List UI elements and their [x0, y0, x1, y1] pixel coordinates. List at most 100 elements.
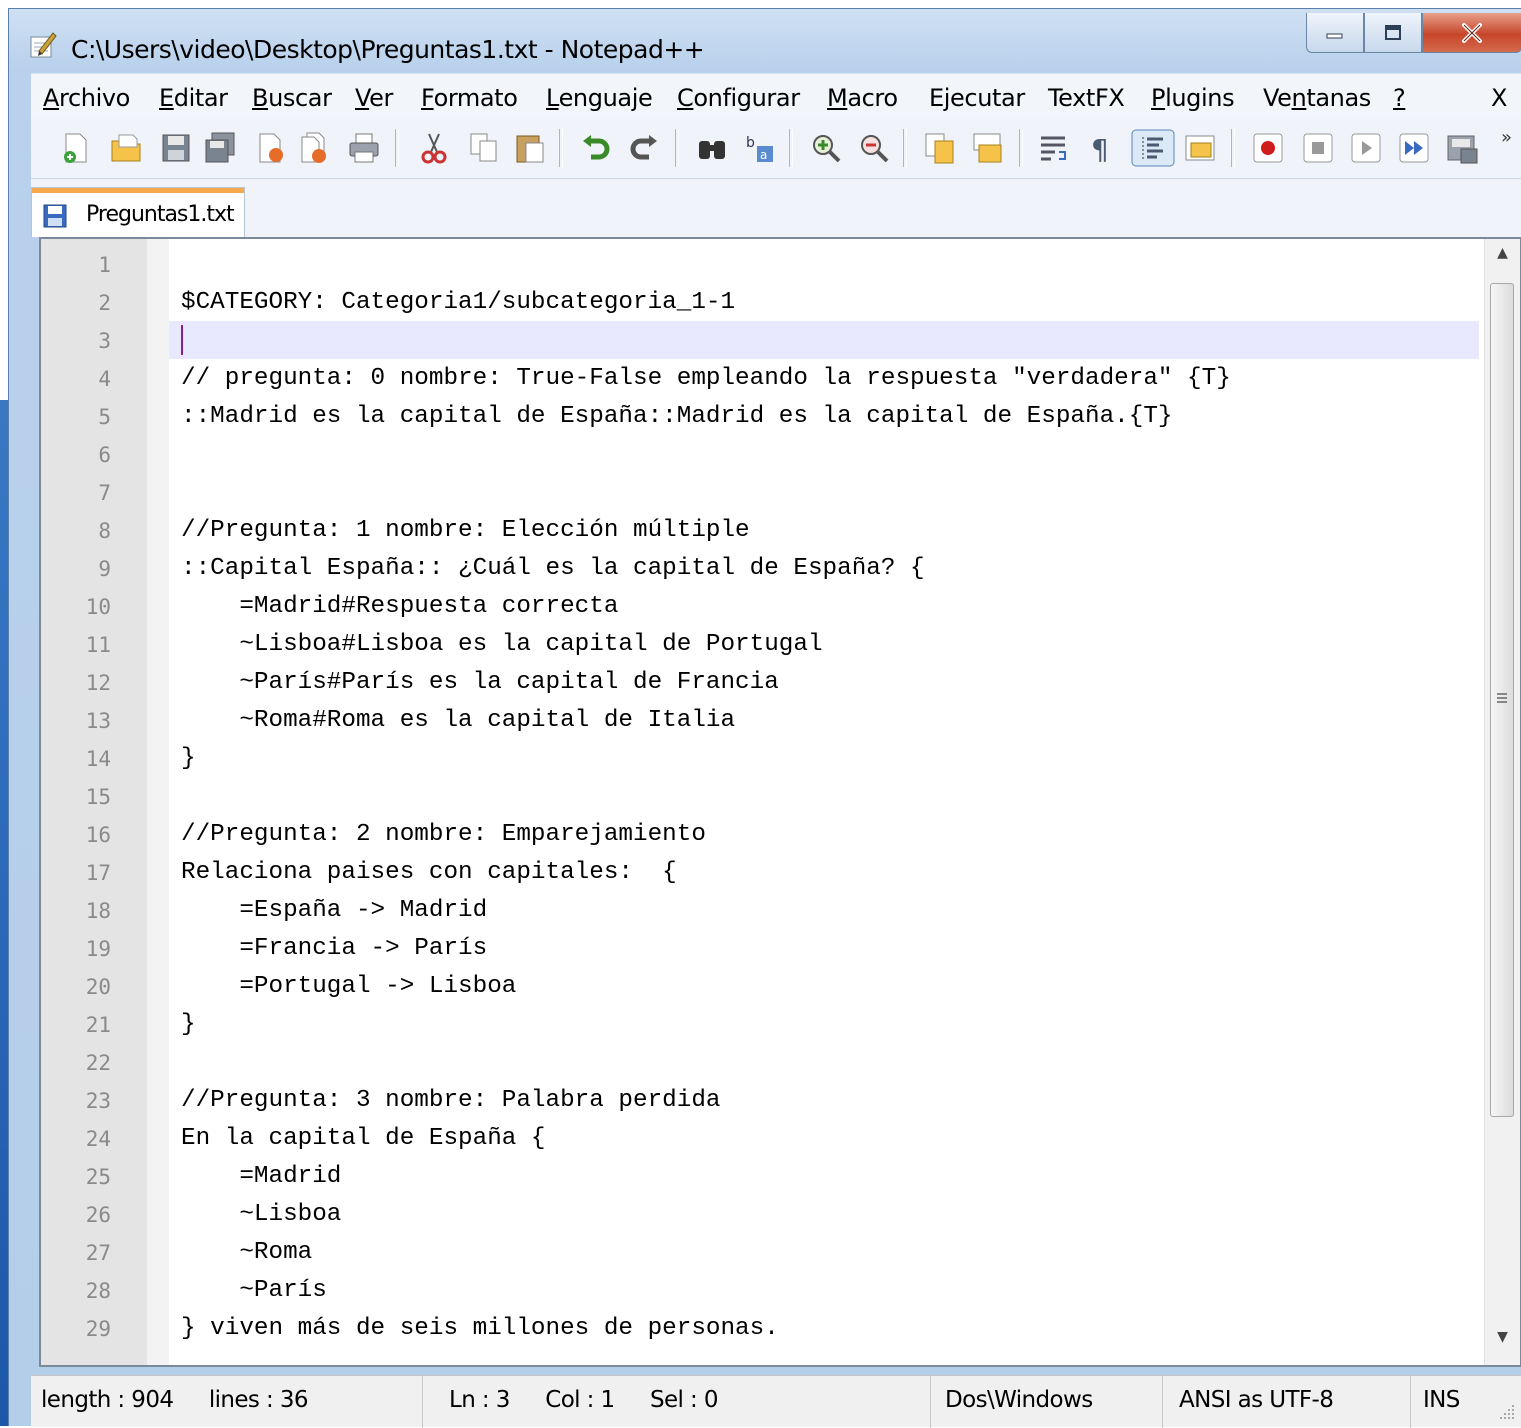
show-all-characters-icon[interactable]: ¶ [1085, 131, 1119, 165]
toolbar-overflow-chevron[interactable]: » [1501, 127, 1512, 148]
close-file-icon[interactable] [253, 131, 287, 165]
code-line[interactable]: ~París [169, 1271, 1479, 1309]
code-line-text: =Madrid#Respuesta correcta [181, 593, 619, 620]
code-line[interactable]: //Pregunta: 1 nombre: Elección múltiple [169, 511, 1479, 549]
save-icon[interactable] [159, 131, 193, 165]
code-area[interactable]: $CATEGORY: Categoria1/subcategoria_1-1 //… [169, 239, 1479, 1365]
menu-textfx[interactable]: TextFX [1048, 84, 1125, 112]
code-line[interactable]: En la capital de España { [169, 1119, 1479, 1157]
menu-help[interactable]: ? [1393, 84, 1406, 112]
code-line[interactable]: ~Roma#Roma es la capital de Italia [169, 701, 1479, 739]
close-window-button[interactable] [1422, 13, 1521, 53]
paste-icon[interactable] [513, 131, 547, 165]
menu-ver[interactable]: Ver [355, 84, 393, 112]
play-macro-icon[interactable] [1349, 131, 1383, 165]
menu-ventanas[interactable]: Ventanas [1263, 84, 1371, 112]
menu-formato[interactable]: Formato [421, 84, 518, 112]
line-number: 5 [98, 405, 111, 429]
title-bar[interactable]: C:\Users\video\Desktop\Preguntas1.txt - … [9, 9, 1521, 73]
menu-buscar[interactable]: Buscar [252, 84, 332, 112]
line-number: 20 [85, 975, 111, 999]
code-line[interactable]: =Portugal -> Lisboa [169, 967, 1479, 1005]
code-line[interactable]: ::Madrid es la capital de España::Madrid… [169, 397, 1479, 435]
save-all-icon[interactable] [203, 131, 237, 165]
toolbar: ba ¶ » [31, 119, 1521, 179]
code-line-text: } [181, 1011, 196, 1038]
current-line[interactable] [169, 321, 1479, 359]
code-line[interactable]: ~Lisboa [169, 1195, 1479, 1233]
code-line[interactable]: } [169, 739, 1479, 777]
replace-icon[interactable]: ba [743, 131, 777, 165]
line-number: 8 [98, 519, 111, 543]
redo-icon[interactable] [627, 131, 661, 165]
line-number: 22 [85, 1051, 111, 1075]
window-title: C:\Users\video\Desktop\Preguntas1.txt - … [71, 35, 705, 64]
code-line[interactable] [169, 435, 1479, 473]
code-line-text: ~París [181, 1277, 327, 1304]
text-editor[interactable]: 1 2 3 4 5 6 7 8 9 10 11 12 13 14 15 16 17 18 19 20 21 22 23 24 2… [39, 237, 1521, 1367]
line-number: 13 [85, 709, 111, 733]
menu-configurar[interactable]: Configurar [677, 84, 800, 112]
minimize-button[interactable] [1306, 13, 1364, 53]
status-ln: Ln : 3 [449, 1387, 510, 1413]
code-line[interactable]: //Pregunta: 2 nombre: Emparejamiento [169, 815, 1479, 853]
zoom-in-icon[interactable] [809, 131, 843, 165]
menu-plugins[interactable]: Plugins [1151, 84, 1235, 112]
code-line[interactable]: ~Lisboa#Lisboa es la capital de Portugal [169, 625, 1479, 663]
menu-ejecutar[interactable]: Ejecutar [929, 84, 1025, 112]
scrollbar-thumb[interactable] [1490, 283, 1514, 1117]
code-line[interactable]: // pregunta: 0 nombre: True-False emplea… [169, 359, 1479, 397]
code-line[interactable]: Relaciona paises con capitales: { [169, 853, 1479, 891]
save-macro-icon[interactable] [1445, 131, 1479, 165]
code-line[interactable]: =Madrid [169, 1157, 1479, 1195]
line-number: 21 [85, 1013, 111, 1037]
open-file-icon[interactable] [109, 131, 143, 165]
tab-preguntas1[interactable]: Preguntas1.txt [31, 187, 245, 237]
notepad-window: C:\Users\video\Desktop\Preguntas1.txt - … [8, 8, 1521, 1428]
scroll-down-arrow-icon[interactable]: ▼ [1485, 1329, 1520, 1359]
run-macro-multiple-icon[interactable] [1397, 131, 1431, 165]
code-line[interactable] [169, 245, 1479, 283]
resize-grip-icon[interactable] [1498, 1403, 1516, 1421]
code-line[interactable]: ~Roma [169, 1233, 1479, 1271]
menu-macro[interactable]: Macro [827, 84, 898, 112]
stop-macro-icon[interactable] [1301, 131, 1335, 165]
scroll-up-arrow-icon[interactable]: ▲ [1485, 245, 1520, 275]
code-line[interactable]: =Madrid#Respuesta correcta [169, 587, 1479, 625]
fold-margin[interactable] [147, 239, 169, 1365]
code-line[interactable]: } [169, 1005, 1479, 1043]
code-line[interactable]: $CATEGORY: Categoria1/subcategoria_1-1 [169, 283, 1479, 321]
indent-guide-icon[interactable] [1131, 129, 1175, 167]
print-icon[interactable] [347, 131, 381, 165]
cut-icon[interactable] [417, 131, 451, 165]
code-line[interactable]: ::Capital España:: ¿Cuál es la capital d… [169, 549, 1479, 587]
vertical-scrollbar[interactable]: ▲ ▼ [1484, 239, 1520, 1365]
find-icon[interactable] [695, 131, 729, 165]
toolbar-separator [675, 129, 679, 167]
close-all-icon[interactable] [297, 131, 331, 165]
copy-icon[interactable] [467, 131, 501, 165]
sync-vertical-scroll-icon[interactable] [923, 131, 957, 165]
code-line[interactable] [169, 473, 1479, 511]
menu-editar[interactable]: Editar [159, 84, 228, 112]
new-file-icon[interactable] [59, 131, 93, 165]
undo-icon[interactable] [579, 131, 613, 165]
menu-lenguaje[interactable]: Lenguaje [546, 84, 653, 112]
code-line[interactable]: ~París#París es la capital de Francia [169, 663, 1479, 701]
maximize-button[interactable] [1364, 13, 1422, 53]
record-macro-icon[interactable] [1251, 131, 1285, 165]
menu-archivo[interactable]: Archivo [43, 84, 130, 112]
status-bar: length : 904 lines : 36 Ln : 3 Col : 1 S… [31, 1375, 1521, 1428]
word-wrap-icon[interactable] [1037, 131, 1071, 165]
line-number: 1 [98, 253, 111, 277]
sync-horizontal-scroll-icon[interactable] [971, 131, 1005, 165]
code-line[interactable]: =España -> Madrid [169, 891, 1479, 929]
code-line[interactable] [169, 1043, 1479, 1081]
document-map-icon[interactable] [1183, 131, 1217, 165]
code-line[interactable]: } viven más de seis millones de personas… [169, 1309, 1479, 1347]
close-document-button[interactable]: X [1491, 84, 1507, 112]
code-line[interactable] [169, 777, 1479, 815]
zoom-out-icon[interactable] [857, 131, 891, 165]
code-line[interactable]: //Pregunta: 3 nombre: Palabra perdida [169, 1081, 1479, 1119]
code-line[interactable]: =Francia -> París [169, 929, 1479, 967]
